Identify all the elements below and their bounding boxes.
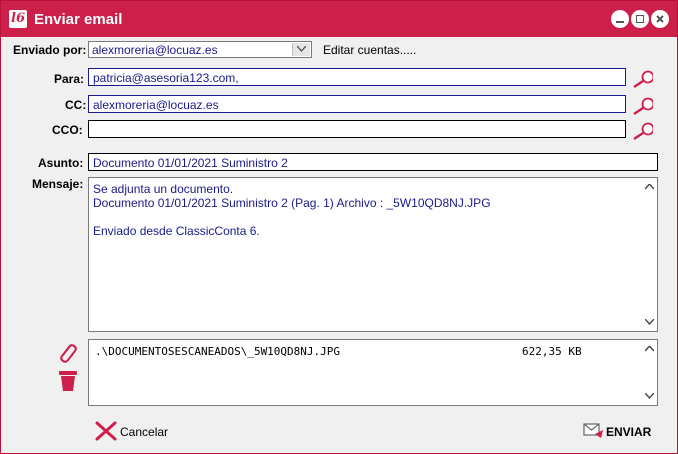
to-field[interactable]: patricia@asesoria123.com, [88,68,626,86]
cancel-x-icon [95,421,117,441]
close-button[interactable] [651,10,669,28]
search-icon[interactable] [631,69,653,89]
attachments-scrollbar[interactable] [641,340,657,405]
to-label: Para: [54,72,85,86]
cc-field[interactable]: alexmoreria@locuaz.es [88,95,626,113]
from-account-select[interactable]: alexmoreria@locuaz.es [88,41,312,58]
minimize-button[interactable] [611,10,629,28]
message-line: Enviado desde ClassicConta 6. [93,224,260,238]
close-icon [656,15,664,23]
paperclip-icon[interactable] [57,341,77,365]
cancel-label: Cancelar [120,425,169,439]
title-bar[interactable]: l6 Enviar email [1,1,677,37]
attachment-size: 622,35 KB [522,345,582,358]
bcc-field[interactable] [88,120,626,138]
scroll-up-icon[interactable] [645,346,654,352]
message-line: Se adjunta un documento. [93,182,234,196]
send-button[interactable]: ENVIAR [583,419,653,441]
subject-value: Documento 01/01/2021 Suministro 2 [93,156,288,170]
from-account-value: alexmoreria@locuaz.es [92,43,218,57]
message-body[interactable]: Se adjunta un documento. Documento 01/01… [88,177,658,332]
attachment-path: .\DOCUMENTOSESCANEADOS\_5W10QD8NJ.JPG [95,345,341,358]
chevron-down-icon [297,46,306,52]
send-mail-icon [583,423,603,438]
message-line [93,210,491,224]
cc-label: CC: [65,98,87,112]
subject-field[interactable]: Documento 01/01/2021 Suministro 2 [88,153,658,171]
edit-accounts-link[interactable]: Editar cuentas..... [323,43,416,57]
scroll-up-icon[interactable] [645,184,654,190]
scroll-down-icon[interactable] [645,393,654,399]
to-value: patricia@asesoria123.com, [93,71,239,85]
bcc-label: CCO: [52,123,83,137]
subject-label: Asunto: [38,156,84,170]
maximize-button[interactable] [631,10,649,28]
message-scrollbar[interactable] [641,178,657,331]
window-title: Enviar email [34,11,123,28]
scroll-down-icon[interactable] [645,319,654,325]
message-label: Mensaje: [32,177,84,191]
dropdown-button[interactable] [292,43,310,56]
attachments-list[interactable]: .\DOCUMENTOSESCANEADOS\_5W10QD8NJ.JPG 62… [88,339,658,406]
app-logo: l6 [9,10,27,28]
trash-icon[interactable] [58,369,78,393]
cc-value: alexmoreria@locuaz.es [93,98,219,112]
message-line: Documento 01/01/2021 Suministro 2 (Pag. … [93,196,491,210]
send-label: ENVIAR [606,425,652,439]
from-label: Enviado por: [13,43,87,57]
cancel-button[interactable]: Cancelar [95,419,175,441]
search-icon[interactable] [631,96,653,116]
email-dialog: l6 Enviar email Enviado por: alexmoreria… [0,0,678,454]
search-icon[interactable] [631,121,653,141]
